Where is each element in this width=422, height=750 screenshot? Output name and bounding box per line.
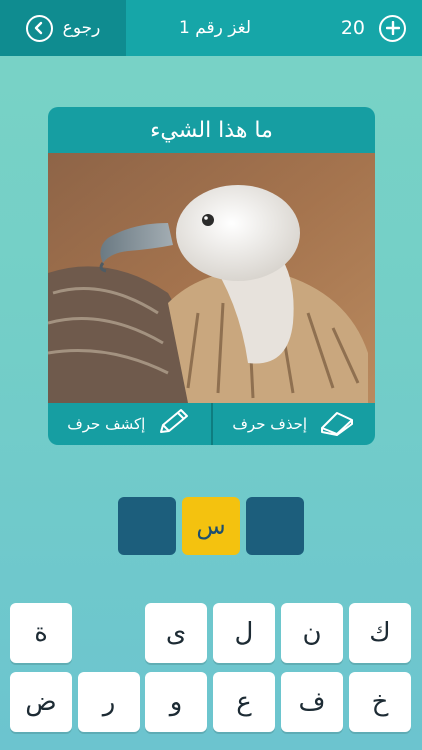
question-title: ما هذا الشيء	[150, 117, 273, 143]
back-label: رجوع	[62, 18, 101, 38]
letter-key[interactable]: و	[145, 672, 207, 732]
puzzle-image	[48, 153, 375, 403]
eraser-icon	[319, 408, 355, 440]
puzzle-title: لغز رقم 1	[178, 18, 252, 38]
letter-key[interactable]: ة	[10, 603, 72, 663]
top-bar: رجوع لغز رقم 1 20	[0, 0, 422, 56]
coins-value: 20	[340, 17, 365, 39]
back-button[interactable]: رجوع	[0, 0, 126, 56]
letter-key[interactable]: ل	[213, 603, 275, 663]
answer-slot[interactable]	[118, 497, 176, 555]
coins-counter: 20	[341, 0, 406, 56]
reveal-letter-button[interactable]: إكشف حرف	[48, 403, 211, 445]
remove-letter-label: إحذف حرف	[232, 415, 308, 433]
letter-key[interactable]: ك	[349, 603, 411, 663]
answer-slot[interactable]: س	[182, 497, 240, 555]
letter-key[interactable]: ع	[213, 672, 275, 732]
letter-key[interactable]: ض	[10, 672, 72, 732]
letter-key[interactable]: ى	[145, 603, 207, 663]
card-actions: إكشف حرف إحذف حرف	[48, 403, 375, 445]
answer-slots: س	[118, 497, 304, 555]
letter-key[interactable]: خ	[349, 672, 411, 732]
remove-letter-button[interactable]: إحذف حرف	[213, 403, 376, 445]
letter-key[interactable]: ن	[281, 603, 343, 663]
letter-key[interactable]: ف	[281, 672, 343, 732]
question-card: ما هذا الشيء إكشف حرف إحذف حرف	[48, 107, 375, 445]
pencil-icon	[157, 408, 191, 440]
letter-key[interactable]: ر	[78, 672, 140, 732]
reveal-letter-label: إكشف حرف	[67, 415, 146, 433]
chevron-left-icon	[25, 14, 53, 42]
plus-icon[interactable]	[379, 14, 406, 42]
answer-slot[interactable]	[246, 497, 304, 555]
